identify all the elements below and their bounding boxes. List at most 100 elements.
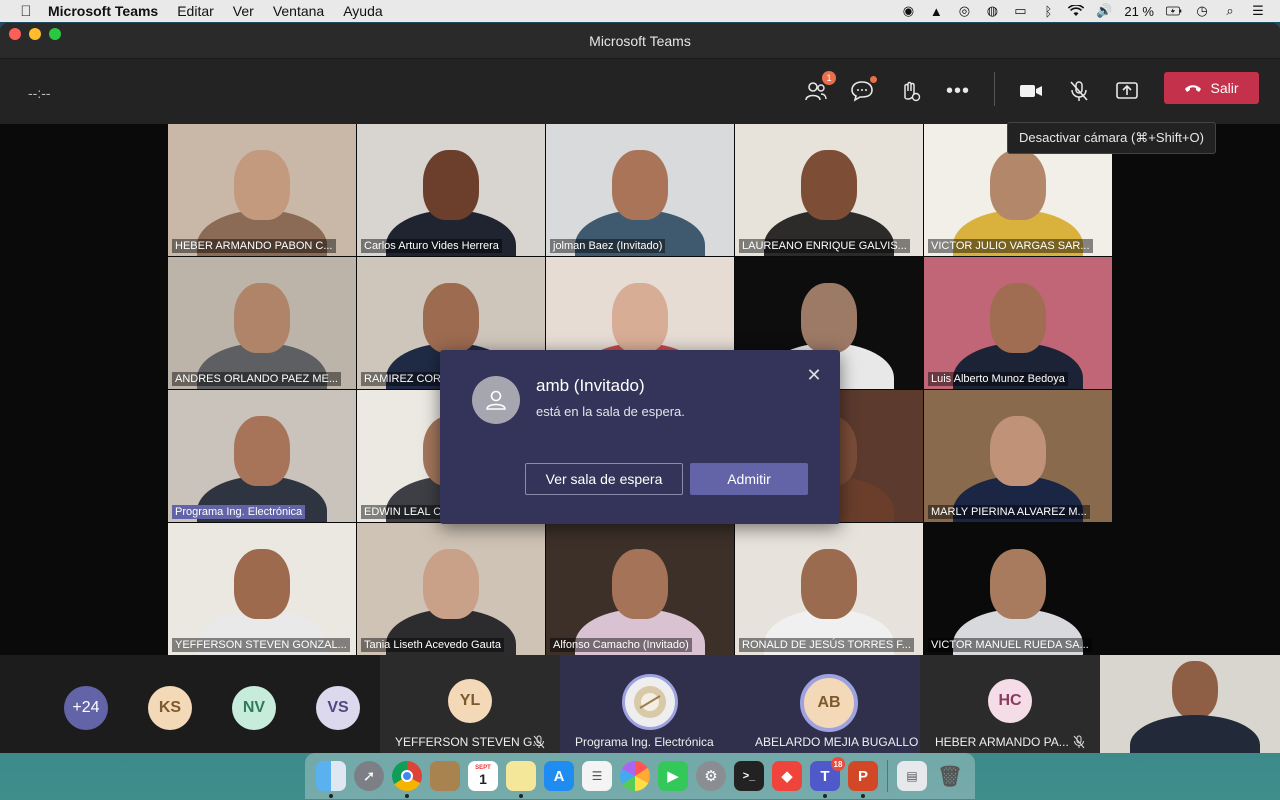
mic-muted-icon [1073, 735, 1085, 749]
airplay-icon[interactable]: ▭ [1012, 3, 1028, 18]
control-center-icon[interactable]: ☰ [1250, 3, 1266, 18]
video-tile[interactable]: MARLY PIERINA ALVAREZ M... [924, 390, 1112, 522]
waiting-message: está en la sala de espera. [536, 404, 685, 419]
mic-muted-icon [533, 735, 545, 749]
participant-tile-abelardo[interactable]: AB ABELARDO MEJIA BUGALLO [740, 655, 920, 753]
teams-window: Microsoft Teams --:-- 1 ••• Salir Desact… [0, 23, 1280, 753]
app-tray-icon[interactable]: ◍ [984, 3, 1000, 18]
participant-face [612, 283, 668, 354]
window-close-button[interactable] [9, 28, 21, 40]
participant-face [234, 150, 290, 221]
participant-avatar[interactable]: KS [148, 686, 192, 730]
participant-face [612, 150, 668, 221]
stickies-icon[interactable] [506, 761, 536, 798]
video-tile[interactable]: jolman Baez (Invitado) [546, 124, 734, 256]
self-video-face [1172, 661, 1218, 719]
menu-ayuda[interactable]: Ayuda [343, 3, 382, 19]
hang-up-icon [1185, 85, 1202, 92]
participant-avatar[interactable]: VS [316, 686, 360, 730]
video-tile[interactable]: HEBER ARMANDO PABON C... [168, 124, 356, 256]
video-tile-name: YEFFERSON STEVEN GONZAL... [172, 638, 350, 652]
share-screen-button[interactable] [1113, 77, 1141, 105]
finder-icon[interactable] [316, 761, 346, 798]
wifi-icon[interactable] [1068, 4, 1085, 18]
raise-hand-reactions-button[interactable] [896, 77, 924, 105]
video-tile-name: LAUREANO ENRIQUE GALVIS... [739, 239, 910, 253]
video-tile[interactable]: Carlos Arturo Vides Herrera [357, 124, 545, 256]
video-tile[interactable]: YEFFERSON STEVEN GONZAL... [168, 523, 356, 655]
window-maximize-button[interactable] [49, 28, 61, 40]
video-tile-name: MARLY PIERINA ALVAREZ M... [928, 505, 1090, 519]
participant-tile-programa[interactable]: Programa Ing. Electrónica [560, 655, 740, 753]
participant-face [990, 416, 1046, 487]
facetime-icon[interactable]: ▶ [658, 761, 688, 791]
self-video-preview[interactable] [1100, 655, 1280, 753]
trash-icon[interactable]: 🗑 [935, 761, 965, 791]
self-video-body [1130, 715, 1260, 753]
chat-button[interactable] [848, 76, 877, 105]
macos-dock: ➚ SEPT 1 A ☰ ▶ ⚙ >_ ◆ T 18 P ▤ 🗑 [305, 753, 975, 799]
video-tile-name: jolman Baez (Invitado) [550, 239, 666, 253]
chrome-icon[interactable] [392, 761, 422, 798]
camera-icon [1020, 85, 1042, 97]
video-tile[interactable]: Luis Alberto Munoz Bedoya [924, 257, 1112, 389]
person-icon [486, 390, 506, 410]
video-tile[interactable]: ANDRES ORLANDO PAEZ ME... [168, 257, 356, 389]
video-tile[interactable]: Tania Liseth Acevedo Gauta [357, 523, 545, 655]
participant-face [234, 416, 290, 487]
sync-icon[interactable]: ◎ [956, 3, 972, 18]
video-tile[interactable]: VICTOR MANUEL RUEDA SA... [924, 523, 1112, 655]
window-minimize-button[interactable] [29, 28, 41, 40]
participant-face [990, 150, 1046, 221]
spotlight-search-icon[interactable]: ⌕ [1222, 3, 1238, 18]
reminders-icon[interactable]: ☰ [582, 761, 612, 791]
screen-record-icon[interactable]: ◉ [900, 3, 916, 18]
bluetooth-icon[interactable]: ᛒ [1040, 4, 1056, 19]
video-tile-name: VICTOR MANUEL RUEDA SA... [928, 638, 1092, 652]
launchpad-icon[interactable]: ➚ [354, 761, 384, 791]
calendar-icon[interactable]: SEPT 1 [468, 761, 498, 791]
teams-dock-icon[interactable]: T 18 [810, 757, 845, 798]
photos-icon[interactable] [620, 761, 650, 791]
view-lobby-button[interactable]: Ver sala de espera [525, 463, 683, 495]
notes-app-icon[interactable] [430, 761, 460, 791]
participant-avatar: AB [800, 674, 858, 732]
powerpoint-icon[interactable]: P [848, 761, 878, 798]
participants-button[interactable]: 1 [802, 71, 836, 105]
video-tile[interactable]: Alfonso Camacho (Invitado) [546, 523, 734, 655]
participant-tile-yefferson[interactable]: YL YEFFERSON STEVEN G... [380, 655, 560, 753]
video-tile[interactable]: LAUREANO ENRIQUE GALVIS... [735, 124, 923, 256]
participant-face [612, 549, 668, 620]
participant-name: HEBER ARMANDO PA... [935, 735, 1069, 749]
clock-icon[interactable]: ◷ [1194, 3, 1210, 18]
video-tile[interactable]: Programa Ing. Electrónica [168, 390, 356, 522]
preview-icon[interactable]: ▤ [897, 761, 927, 791]
microphone-toggle-button[interactable] [1065, 77, 1093, 105]
participant-tile-heber[interactable]: HC HEBER ARMANDO PA... [920, 655, 1100, 753]
menu-app-name[interactable]: Microsoft Teams [48, 3, 158, 19]
app-status-icon[interactable]: ▲ [928, 4, 944, 19]
more-participants-button[interactable]: +24 [64, 686, 108, 730]
apple-menu-icon[interactable]:  [18, 3, 34, 20]
participant-face [423, 283, 479, 354]
more-actions-button[interactable]: ••• [944, 77, 972, 105]
admit-button[interactable]: Admitir [690, 463, 808, 495]
participant-avatar[interactable]: NV [232, 686, 276, 730]
video-tile[interactable]: RONALD DE JESÚS TORRES F... [735, 523, 923, 655]
participant-face [801, 283, 857, 354]
anydesk-icon[interactable]: ◆ [772, 761, 802, 791]
camera-toggle-button[interactable] [1017, 77, 1045, 105]
participant-avatar: YL [448, 679, 492, 723]
volume-icon[interactable]: 🔊 [1096, 3, 1112, 18]
meeting-toolbar: --:-- 1 ••• Salir [0, 59, 1280, 124]
app-store-icon[interactable]: A [544, 761, 574, 791]
terminal-icon[interactable]: >_ [734, 761, 764, 791]
menu-ver[interactable]: Ver [233, 3, 254, 19]
leave-meeting-button[interactable]: Salir [1164, 72, 1259, 104]
close-notification-icon[interactable]: ✕ [805, 365, 823, 385]
menu-editar[interactable]: Editar [177, 3, 214, 19]
video-tile-name: VICTOR JULIO VARGAS SAR... [928, 239, 1093, 253]
battery-charging-icon[interactable] [1166, 4, 1182, 18]
menu-ventana[interactable]: Ventana [273, 3, 324, 19]
system-preferences-icon[interactable]: ⚙ [696, 761, 726, 791]
